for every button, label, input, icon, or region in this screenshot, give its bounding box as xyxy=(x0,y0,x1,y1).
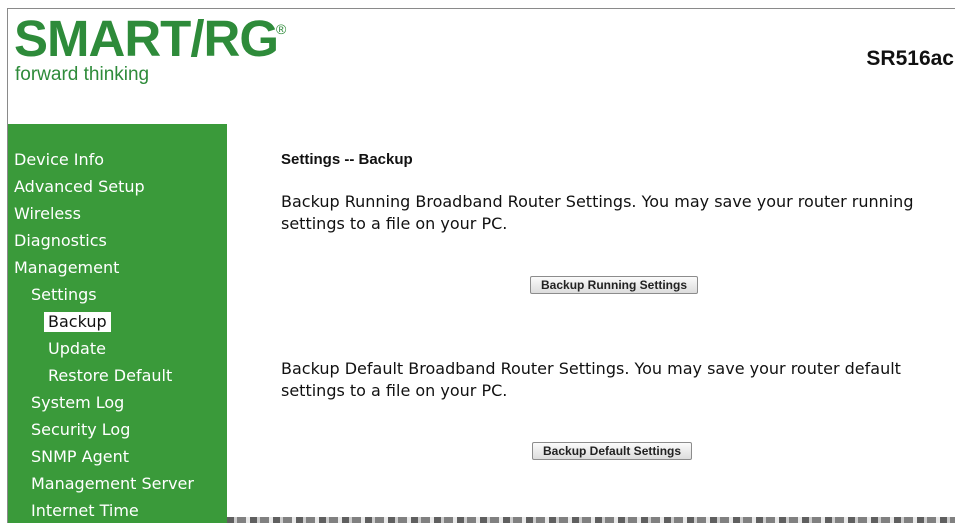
default-settings-description: Backup Default Broadband Router Settings… xyxy=(281,359,901,400)
header: SMART/RG ® forward thinking SR516ac xyxy=(8,9,955,124)
brand-tagline: forward thinking xyxy=(15,64,150,85)
sidebar-item-management[interactable]: Management xyxy=(14,258,119,278)
backup-running-settings-button[interactable]: Backup Running Settings xyxy=(530,276,699,294)
torn-edge xyxy=(227,517,955,523)
sidebar-item-snmp-agent[interactable]: SNMP Agent xyxy=(31,447,129,467)
brand-logo: SMART/RG xyxy=(14,10,279,67)
sidebar-item-settings[interactable]: Settings xyxy=(31,285,97,305)
sidebar-nav: Device Info Advanced Setup Wireless Diag… xyxy=(8,124,227,523)
page-frame: SMART/RG ® forward thinking SR516ac Devi… xyxy=(7,8,955,523)
sidebar-item-wireless[interactable]: Wireless xyxy=(14,204,81,224)
sidebar-item-device-info[interactable]: Device Info xyxy=(14,150,104,170)
sidebar-item-diagnostics[interactable]: Diagnostics xyxy=(14,231,107,251)
sidebar-item-internet-time[interactable]: Internet Time xyxy=(31,501,139,521)
device-model: SR516ac xyxy=(866,47,954,70)
registered-mark: ® xyxy=(276,21,287,37)
sidebar-item-advanced-setup[interactable]: Advanced Setup xyxy=(14,177,145,197)
page-title: Settings -- Backup xyxy=(281,151,413,168)
sidebar-item-update[interactable]: Update xyxy=(48,339,106,359)
running-settings-description: Backup Running Broadband Router Settings… xyxy=(281,192,914,233)
sidebar-item-backup[interactable]: Backup xyxy=(44,312,111,332)
sidebar-item-restore-default[interactable]: Restore Default xyxy=(48,366,172,386)
sidebar-item-system-log[interactable]: System Log xyxy=(31,393,124,413)
main-content: Settings -- Backup Backup Running Broadb… xyxy=(227,124,955,523)
backup-default-settings-button[interactable]: Backup Default Settings xyxy=(532,442,693,460)
sidebar-item-management-server[interactable]: Management Server xyxy=(31,474,194,494)
sidebar-item-security-log[interactable]: Security Log xyxy=(31,420,130,440)
